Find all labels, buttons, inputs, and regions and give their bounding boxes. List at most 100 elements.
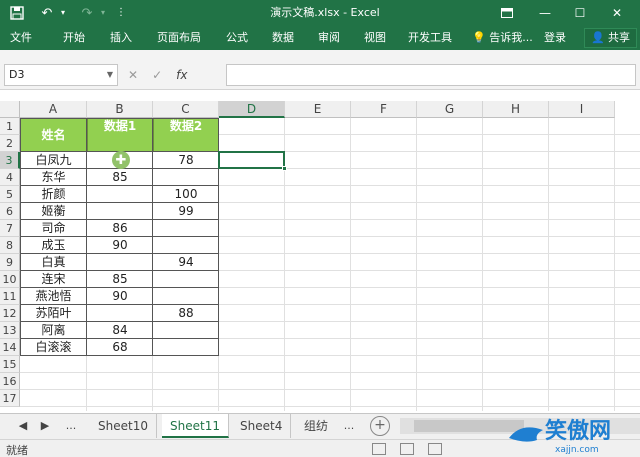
row-header-10[interactable]: 10 [0,271,20,288]
sheet-tab-sheet4[interactable]: Sheet4 [232,414,292,438]
tab-page-layout[interactable]: 页面布局 [157,26,201,50]
row-header-11[interactable]: 11 [0,288,20,305]
undo-dropdown-icon[interactable]: ▾ [52,2,74,24]
table-cell[interactable] [87,203,153,220]
table-cell[interactable] [153,169,219,186]
normal-view-icon[interactable] [372,443,386,455]
column-header-i[interactable]: I [549,101,615,118]
row-header-15[interactable]: 15 [0,356,20,373]
table-cell[interactable]: 68 [87,339,153,356]
table-cell[interactable]: 90 [87,237,153,254]
name-box-dropdown-icon[interactable]: ▼ [107,65,113,85]
column-header-g[interactable]: G [417,101,483,118]
insert-function-icon[interactable]: fx [176,68,187,82]
more-sheets-left[interactable]: ... [62,414,80,438]
table-cell[interactable]: 85 [87,271,153,288]
table-cell[interactable] [87,254,153,271]
row-header-4[interactable]: 4 [0,169,20,186]
tab-home[interactable]: 开始 [63,26,85,50]
sheet-tab-sheet11[interactable]: Sheet11 [162,414,229,438]
table-cell[interactable]: 司命 [20,220,87,237]
table-cell[interactable] [153,271,219,288]
row-header-8[interactable]: 8 [0,237,20,254]
table-cell[interactable]: 东华 [20,169,87,186]
tab-file[interactable]: 文件 [10,26,32,50]
row-header-7[interactable]: 7 [0,220,20,237]
table-cell[interactable]: 白凤九 [20,152,87,169]
table-cell[interactable]: 成玉 [20,237,87,254]
row-header-13[interactable]: 13 [0,322,20,339]
tab-formulas[interactable]: 公式 [226,26,248,50]
column-header-b[interactable]: B [87,101,153,118]
cancel-entry-icon[interactable]: ✕ [128,68,138,82]
table-cell[interactable] [153,288,219,305]
table-cell[interactable] [87,305,153,322]
add-sheet-button[interactable]: + [370,416,390,436]
customize-toolbar-icon[interactable]: ⋮ [110,2,132,24]
table-cell[interactable]: 88 [153,305,219,322]
table-cell[interactable]: 85 [87,169,153,186]
table-cell[interactable]: 78 [153,152,219,169]
tab-review[interactable]: 审阅 [318,26,340,50]
page-break-view-icon[interactable] [428,443,442,455]
table-cell[interactable]: 苏陌叶 [20,305,87,322]
table-cell[interactable]: 姬蘅 [20,203,87,220]
table-cell[interactable]: 燕池悟 [20,288,87,305]
tab-view[interactable]: 视图 [364,26,386,50]
table-cell[interactable]: 连宋 [20,271,87,288]
confirm-entry-icon[interactable]: ✓ [152,68,162,82]
table-cell[interactable] [153,237,219,254]
table-cell[interactable]: 白真 [20,254,87,271]
row-header-12[interactable]: 12 [0,305,20,322]
column-header-f[interactable]: F [351,101,417,118]
row-header-6[interactable]: 6 [0,203,20,220]
row-header-17[interactable]: 17 [0,390,20,407]
name-box[interactable]: D3 ▼ [4,64,118,86]
prev-sheet-icon[interactable]: ◀ [14,414,32,438]
column-header-e[interactable]: E [285,101,351,118]
fill-handle[interactable] [282,166,287,171]
table-cell[interactable]: 白滚滚 [20,339,87,356]
row-header-9[interactable]: 9 [0,254,20,271]
tab-data[interactable]: 数据 [272,26,294,50]
table-cell[interactable]: 86 [87,220,153,237]
row-header-3[interactable]: 3 [0,152,20,169]
save-icon[interactable] [6,2,28,24]
selected-cell-d3[interactable] [218,151,285,169]
table-cell[interactable]: 100 [153,186,219,203]
header-data2[interactable]: 数据2 [153,118,219,152]
table-cell[interactable] [153,339,219,356]
page-layout-view-icon[interactable] [400,443,414,455]
table-cell[interactable]: 84 [87,322,153,339]
column-header-c[interactable]: C [153,101,219,118]
table-cell[interactable]: 阿离 [20,322,87,339]
row-header-5[interactable]: 5 [0,186,20,203]
row-header-14[interactable]: 14 [0,339,20,356]
share-button[interactable]: 👤 共享 [584,28,637,48]
maximize-icon[interactable]: ☐ [565,0,595,26]
select-all-corner[interactable] [0,101,20,118]
tab-insert[interactable]: 插入 [110,26,132,50]
tell-me-search[interactable]: 💡 告诉我... [472,26,533,50]
column-header-a[interactable]: A [20,101,87,118]
more-sheets-right[interactable]: ... [340,414,358,438]
column-header-d[interactable]: D [219,101,285,118]
table-cell[interactable] [87,186,153,203]
header-data1[interactable]: 数据1 [87,118,153,152]
close-icon[interactable]: ✕ [602,0,632,26]
header-name[interactable]: 姓名 [20,118,87,152]
minimize-icon[interactable]: — [530,0,560,26]
tab-developer[interactable]: 开发工具 [408,26,452,50]
table-cell[interactable]: 折颜 [20,186,87,203]
table-cell[interactable]: 99 [153,203,219,220]
table-cell[interactable]: 94 [153,254,219,271]
login-link[interactable]: 登录 [544,26,566,50]
column-header-h[interactable]: H [483,101,549,118]
sheet-tab-sheet10[interactable]: Sheet10 [90,414,157,438]
formula-input[interactable] [226,64,636,86]
ribbon-display-options-icon[interactable] [492,0,522,26]
table-cell[interactable] [153,322,219,339]
next-sheet-icon[interactable]: ▶ [36,414,54,438]
table-cell[interactable] [153,220,219,237]
row-header-16[interactable]: 16 [0,373,20,390]
